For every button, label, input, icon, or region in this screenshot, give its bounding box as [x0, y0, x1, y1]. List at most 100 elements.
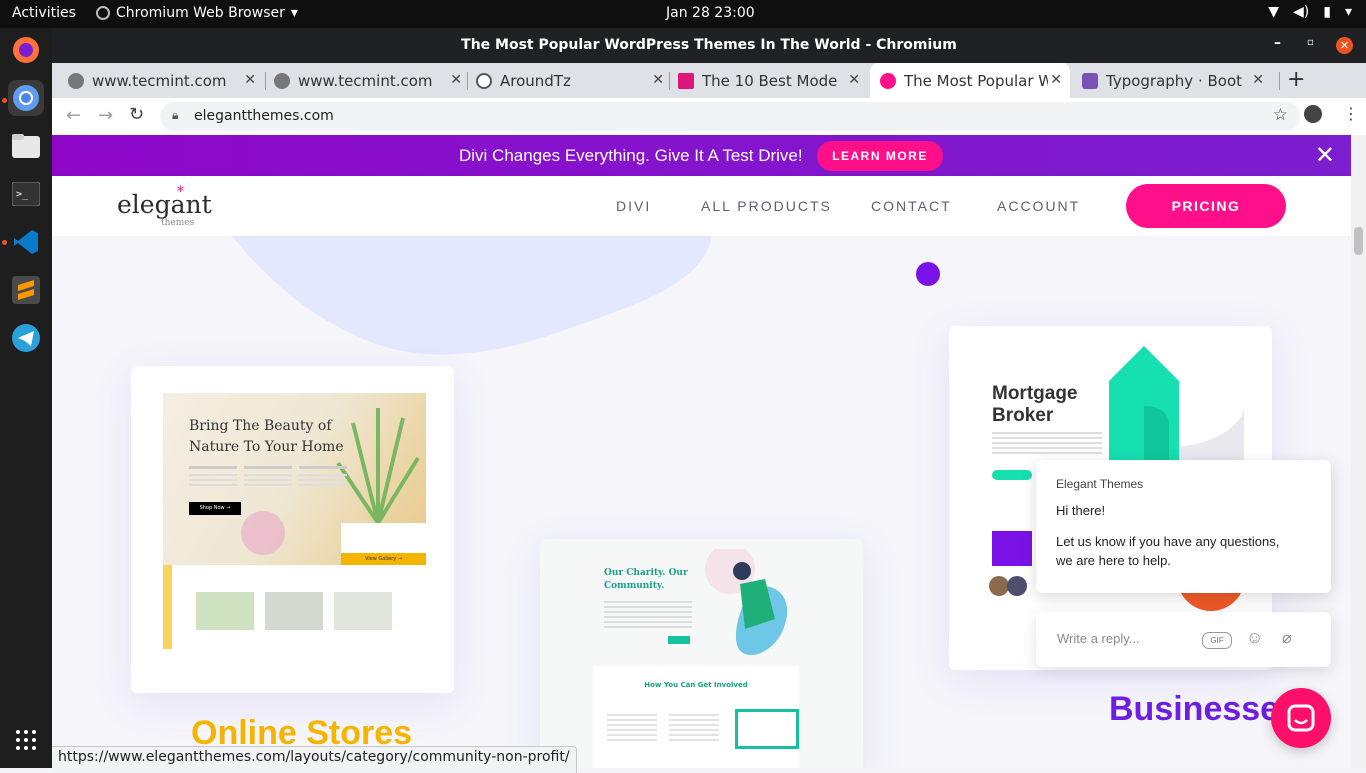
show-applications-icon[interactable]: [8, 722, 44, 758]
layout-card-community[interactable]: Our Charity. Our Community. How You Can …: [540, 539, 863, 768]
view-gallery-button[interactable]: View Gallery →: [341, 553, 426, 565]
charity-body-text: [604, 601, 692, 629]
product-thumb: [196, 592, 254, 630]
wifi-icon: ▼: [1268, 4, 1280, 20]
tab-tecmint-2[interactable]: www.tecmint.com ✕: [274, 63, 470, 98]
nav-all-products[interactable]: ALL PRODUCTS: [701, 198, 832, 214]
promo-banner: Divi Changes Everything. Give It A Test …: [52, 135, 1351, 176]
elegant-themes-favicon: [880, 72, 896, 89]
category-businesses[interactable]: Businesses: [1109, 690, 1298, 729]
tab-elegant-themes[interactable]: The Most Popular W ✕: [870, 63, 1070, 98]
files-icon[interactable]: [8, 128, 44, 164]
reply-input[interactable]: Write a reply...: [1057, 631, 1140, 646]
tab-aroundtz[interactable]: AroundTz ✕: [476, 63, 672, 98]
chat-body-line: Let us know if you have any questions,: [1056, 534, 1280, 549]
pricing-button[interactable]: PRICING: [1126, 184, 1286, 228]
vscode-icon[interactable]: [8, 224, 44, 260]
page-scrollbar[interactable]: [1351, 135, 1366, 768]
terminal-icon[interactable]: >_: [8, 176, 44, 212]
mortgage-headline-line: Mortgage: [992, 383, 1078, 404]
close-tab-icon[interactable]: ✕: [244, 72, 256, 88]
chevron-down-icon: ▾: [290, 5, 298, 21]
activities-button[interactable]: Activities: [12, 5, 76, 21]
profile-icon[interactable]: [1304, 105, 1322, 123]
close-banner-icon[interactable]: ✕: [1315, 141, 1335, 169]
svg-text:>_: >_: [16, 189, 29, 200]
mortgage-body-text: [992, 432, 1102, 456]
banner-message: Divi Changes Everything. Give It A Test …: [459, 146, 803, 165]
system-top-bar: Activities Chromium Web Browser ▾ Jan 28…: [0, 0, 1366, 28]
bootstrap-favicon: [1082, 72, 1098, 89]
chat-sender: Elegant Themes: [1056, 477, 1144, 491]
shop-now-button[interactable]: Shop Now →: [189, 502, 241, 515]
telegram-icon[interactable]: [8, 320, 44, 356]
firefox-icon[interactable]: [8, 32, 44, 68]
close-tab-icon[interactable]: ✕: [1252, 72, 1264, 88]
site-header: elegant * themes DIVI ALL PRODUCTS CONTA…: [52, 176, 1351, 236]
browser-toolbar: ← → ↻ 🔒︎ elegantthemes.com ☆ ⋮: [52, 98, 1366, 136]
chromium-icon[interactable]: [8, 80, 44, 116]
chat-launcher-button[interactable]: [1271, 688, 1331, 748]
back-icon[interactable]: ←: [66, 105, 81, 126]
background-blob: [232, 236, 712, 355]
store-headline: Bring The Beauty of Nature To Your Home: [189, 416, 344, 458]
tab-tecmint-1[interactable]: www.tecmint.com ✕: [68, 63, 264, 98]
window-title: The Most Popular WordPress Themes In The…: [461, 37, 957, 53]
battery-icon: ▮: [1323, 4, 1331, 20]
tab-10-best-modern[interactable]: The 10 Best Modern ✕: [678, 63, 868, 98]
charity-headline: Our Charity. Our Community.: [604, 567, 688, 593]
decorative-dot: [916, 262, 940, 286]
tab-label: www.tecmint.com: [298, 71, 433, 90]
logo-subtext: themes: [161, 218, 195, 228]
logo-text: elegant: [117, 190, 212, 219]
charity-highlight-box: [735, 709, 799, 749]
forward-icon[interactable]: →: [98, 105, 113, 126]
attachment-icon[interactable]: ⌀: [1282, 628, 1292, 648]
tab-strip: www.tecmint.com ✕ www.tecmint.com ✕ Arou…: [52, 63, 1366, 98]
plant-illustration: [336, 408, 420, 523]
lock-icon: 🔒︎: [172, 108, 179, 122]
tab-label: AroundTz: [500, 71, 571, 90]
tab-label: The 10 Best Modern: [702, 71, 838, 90]
bookmark-star-icon[interactable]: ☆: [1273, 105, 1288, 125]
mortgage-button[interactable]: [992, 470, 1032, 480]
charity-button[interactable]: [668, 636, 690, 644]
tecmint-favicon: [274, 72, 290, 89]
new-tab-icon[interactable]: +: [1287, 67, 1305, 92]
tab-label: Typography · Bootst: [1106, 71, 1242, 90]
volume-icon: ◀): [1293, 4, 1310, 20]
close-window-icon[interactable]: ✕: [1336, 37, 1353, 54]
layout-card-online-stores[interactable]: Bring The Beauty of Nature To Your Home …: [131, 366, 454, 693]
gif-button[interactable]: GIF: [1202, 632, 1232, 649]
close-tab-icon[interactable]: ✕: [1050, 72, 1062, 88]
logo-star-icon: *: [177, 184, 184, 200]
house-illustration: [1109, 346, 1244, 466]
elegant-themes-logo[interactable]: elegant * themes: [117, 184, 212, 228]
clock[interactable]: Jan 28 23:00: [666, 5, 755, 21]
chat-body-line: we are here to help.: [1056, 553, 1171, 568]
chat-greeting: Hi there!: [1056, 503, 1106, 518]
more-menu-icon[interactable]: ⋮: [1343, 104, 1359, 123]
reload-icon[interactable]: ↻: [129, 104, 144, 125]
chat-reply-box[interactable]: Write a reply... GIF ☺ ⌀: [1036, 612, 1331, 667]
app-menu[interactable]: Chromium Web Browser ▾: [96, 5, 298, 21]
learn-more-button[interactable]: LEARN MORE: [817, 141, 943, 171]
system-tray[interactable]: ▼ ◀) ▮ ▾: [1268, 4, 1352, 20]
nav-account[interactable]: ACCOUNT: [997, 198, 1080, 214]
tab-bootstrap-typography[interactable]: Typography · Bootst ✕: [1082, 63, 1272, 98]
nav-contact[interactable]: CONTACT: [871, 198, 952, 214]
emoji-icon[interactable]: ☺: [1246, 628, 1263, 648]
sublime-text-icon[interactable]: [8, 272, 44, 308]
maximize-icon[interactable]: ▫: [1307, 37, 1314, 48]
scrollbar-thumb[interactable]: [1354, 227, 1363, 255]
store-headline-line: Bring The Beauty of: [189, 418, 332, 434]
app-menu-label: Chromium Web Browser: [116, 5, 285, 21]
minimize-icon[interactable]: –: [1274, 35, 1281, 51]
nav-divi[interactable]: DIVI: [616, 198, 651, 214]
store-info-box: View Gallery →: [341, 523, 426, 565]
close-tab-icon[interactable]: ✕: [848, 72, 860, 88]
close-tab-icon[interactable]: ✕: [652, 72, 664, 88]
address-bar[interactable]: 🔒︎ elegantthemes.com ☆: [160, 102, 1300, 131]
yellow-accent: [163, 565, 172, 649]
close-tab-icon[interactable]: ✕: [450, 72, 462, 88]
